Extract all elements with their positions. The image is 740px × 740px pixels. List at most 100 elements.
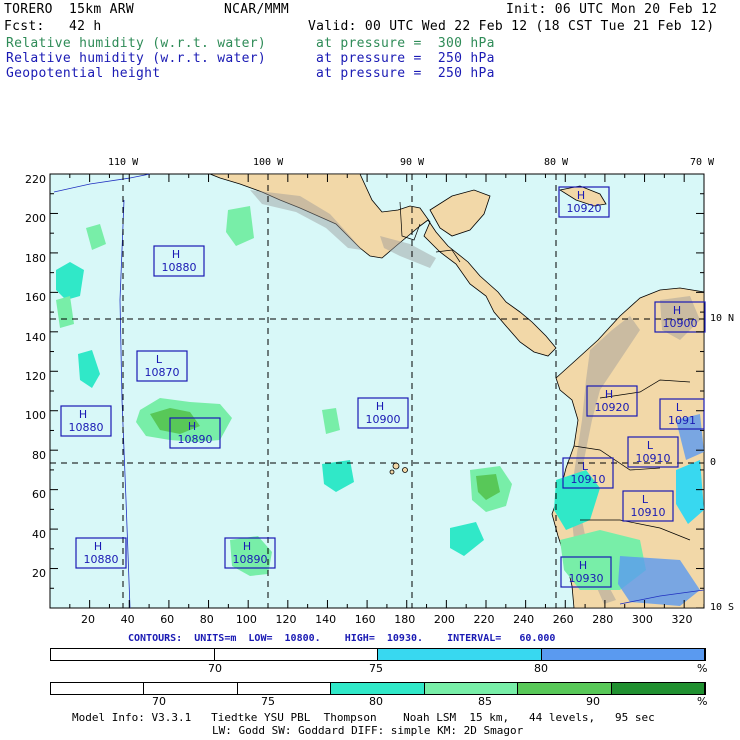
colorbar-segment [51,649,215,660]
x-tick-label: 240 [513,613,535,626]
center-value: 10870 [145,366,180,379]
y-tick-label: 120 [25,370,46,383]
center-value: 10910 [571,473,606,486]
colorbar-250hpa [50,648,706,661]
lon-label-90w: 90 W [400,157,425,168]
x-tick-label: 40 [120,613,135,626]
center-value: 10910 [636,452,671,465]
lat-label-10n: 10 N [710,313,735,324]
center-type: L [582,460,589,473]
colorbar-label: 70 [208,662,222,675]
center-value: 10880 [84,553,119,566]
x-tick-label: 300 [631,613,653,626]
y-tick-label: 140 [25,330,46,344]
center-value: 1091 [668,414,696,427]
colorbar-segment [51,683,145,694]
center-value: 10910 [631,506,666,519]
center-type: H [579,559,587,572]
center-value: 10900 [663,317,698,330]
center-type: L [676,401,683,414]
field-3-level: at pressure = 250 hPa [316,66,495,81]
colorbar-segment [331,683,425,694]
contours-info: CONTOURS: UNITS=m LOW= 10800. HIGH= 1093… [128,633,556,644]
lat-label-10s: 10 S [710,602,735,613]
x-tick-label: 60 [160,613,175,626]
init-time: Init: 06 UTC Mon 20 Feb 12 [506,2,718,17]
colorbar-label: 75 [261,695,275,708]
model-title: TORERO 15km ARW [4,2,135,17]
lon-label-110w: 110 W [108,157,139,168]
center-type: H [673,304,681,317]
field-2-level: at pressure = 250 hPa [316,51,495,66]
center-value: 10900 [366,413,401,426]
y-tick-label: 220 [25,173,46,186]
colorbar-segment [237,683,332,694]
x-tick-label: 20 [81,613,95,626]
field-1-name: Relative humidity (w.r.t. water) [6,36,267,51]
field-1-level: at pressure = 300 hPa [316,36,495,51]
model-info: Model Info: V3.3.1 Tiedtke YSU PBL Thomp… [72,711,655,724]
lon-label-80w: 80 W [544,157,569,168]
colorbar-label: % [697,695,708,708]
colorbar-segment [378,649,542,660]
center-type: L [642,493,649,506]
center-value: 10890 [178,433,213,446]
x-tick-label: 200 [433,613,455,626]
center-value: 10880 [69,421,104,434]
y-tick-label: 60 [32,488,46,502]
lon-label-70w: 70 W [690,157,715,168]
y-tick-label: 200 [25,212,46,226]
x-tick-label: 320 [671,613,693,626]
y-tick-label: 40 [32,527,46,541]
weather-map: H10920H10880H10900L10870H10880 H10890H109… [49,173,706,609]
x-tick-label: 160 [354,613,376,626]
x-tick-label: 220 [473,613,495,626]
x-tick-label: 120 [275,613,297,626]
center-value: 10890 [233,553,268,566]
center-type: H [605,388,613,401]
y-tick-label: 160 [25,291,46,305]
center-type: H [376,400,384,413]
center-type: H [94,540,102,553]
x-tick-label: 260 [552,613,574,626]
colorbar-segment [424,683,519,694]
center-value: 10880 [162,261,197,274]
x-tick-label: 100 [235,613,257,626]
colorbar-label: % [697,662,708,675]
center-type: H [172,248,180,261]
colorbar-segment [144,683,238,694]
colorbar-300hpa [50,682,706,695]
x-tick-label: 140 [315,613,337,626]
y-tick-label: 20 [32,567,46,580]
colorbar-label: 85 [478,695,492,708]
colorbar-segment [214,649,378,660]
center-type: H [79,408,87,421]
valid-time: Valid: 00 UTC Wed 22 Feb 12 (18 CST Tue … [308,19,715,34]
center-value: 10920 [595,401,630,414]
colorbar-label: 80 [369,695,383,708]
forecast-hour: Fcst: 42 h [4,19,102,34]
center-value: 10930 [569,572,604,585]
y-tick-label: 100 [25,409,46,423]
physics-info: LW: Godd SW: Goddard DIFF: simple KM: 2D… [212,724,524,737]
colorbar-segment [611,683,705,694]
y-tick-label: 80 [32,448,46,462]
x-tick-label: 80 [199,613,214,626]
center-type: L [156,353,163,366]
y-tick-label: 180 [25,251,46,265]
center-type: H [577,189,585,202]
colorbar-label: 90 [586,695,600,708]
lon-label-100w: 100 W [253,157,284,168]
field-3-name: Geopotential height [6,66,161,81]
colorbar-segment [518,683,612,694]
colorbar-segment [541,649,705,660]
org-label: NCAR/MMM [224,2,290,17]
colorbar-label: 70 [152,695,166,708]
field-2-name: Relative humidity (w.r.t. water) [6,51,267,66]
center-value: 10920 [567,202,602,215]
center-type: L [647,439,654,452]
center-type: H [243,540,251,553]
x-tick-label: 180 [394,613,416,626]
center-type: H [188,420,196,433]
x-tick-label: 280 [592,613,614,626]
